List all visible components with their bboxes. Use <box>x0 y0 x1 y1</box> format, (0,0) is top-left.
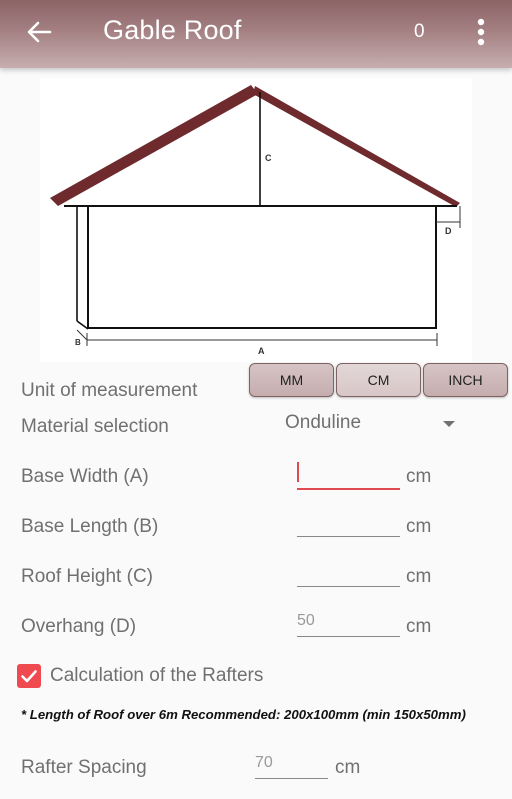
label-a: A <box>258 346 265 356</box>
base-length-unit: cm <box>406 516 432 537</box>
roof-height-unit: cm <box>406 566 432 587</box>
base-width-unit: cm <box>406 466 432 487</box>
roof-height-input[interactable] <box>297 556 400 587</box>
wall-side-bottom <box>76 320 89 330</box>
material-dropdown[interactable]: Onduline <box>285 410 460 440</box>
unit-cm-button[interactable]: CM <box>336 363 421 397</box>
overhang-unit: cm <box>406 616 432 637</box>
more-vert-icon <box>477 18 485 46</box>
roof-height-label: Roof Height (C) <box>21 566 153 587</box>
base-length-input[interactable] <box>297 506 400 537</box>
text-cursor <box>297 462 299 482</box>
label-b: B <box>75 338 81 347</box>
dropdown-arrow-icon <box>443 421 455 427</box>
overhang-label: Overhang (D) <box>21 616 137 637</box>
overflow-menu-button[interactable] <box>470 14 492 50</box>
material-value: Onduline <box>285 412 362 433</box>
app-bar: Gable Roof 0 <box>0 0 512 68</box>
roof-right-slope <box>253 86 460 207</box>
back-button[interactable] <box>24 14 56 50</box>
base-length-label: Base Length (B) <box>21 516 159 537</box>
base-width-input[interactable] <box>297 458 400 490</box>
rafter-spacing-unit: cm <box>335 757 361 778</box>
rafter-spacing-input[interactable]: 70 <box>255 748 328 779</box>
label-c: C <box>265 153 272 163</box>
overhang-value: 50 <box>297 612 315 629</box>
unit-inch-button[interactable]: INCH <box>423 363 508 397</box>
rafter-recommendation-note: * Length of Roof over 6m Recommended: 20… <box>21 707 466 722</box>
rafter-spacing-label: Rafter Spacing <box>21 757 147 778</box>
material-label: Material selection <box>21 416 169 437</box>
arrow-left-icon <box>27 21 52 43</box>
rafters-checkbox[interactable] <box>17 664 41 688</box>
counter-badge[interactable]: 0 <box>414 21 425 43</box>
roof-left-slope <box>50 85 258 206</box>
gable-roof-diagram: C D A B <box>40 78 472 362</box>
overhang-input[interactable]: 50 <box>297 606 400 637</box>
base-width-label: Base Width (A) <box>21 466 149 487</box>
label-d: D <box>445 226 452 236</box>
unit-toggle-group: MM CM INCH <box>249 363 508 397</box>
wall-front <box>87 205 437 329</box>
rafter-spacing-value: 70 <box>255 754 273 771</box>
page-title: Gable Roof <box>103 15 242 45</box>
unit-mm-button[interactable]: MM <box>249 363 334 397</box>
checkmark-icon <box>21 670 37 683</box>
rafters-checkbox-label[interactable]: Calculation of the Rafters <box>50 665 263 687</box>
unit-label: Unit of measurement <box>21 380 198 401</box>
